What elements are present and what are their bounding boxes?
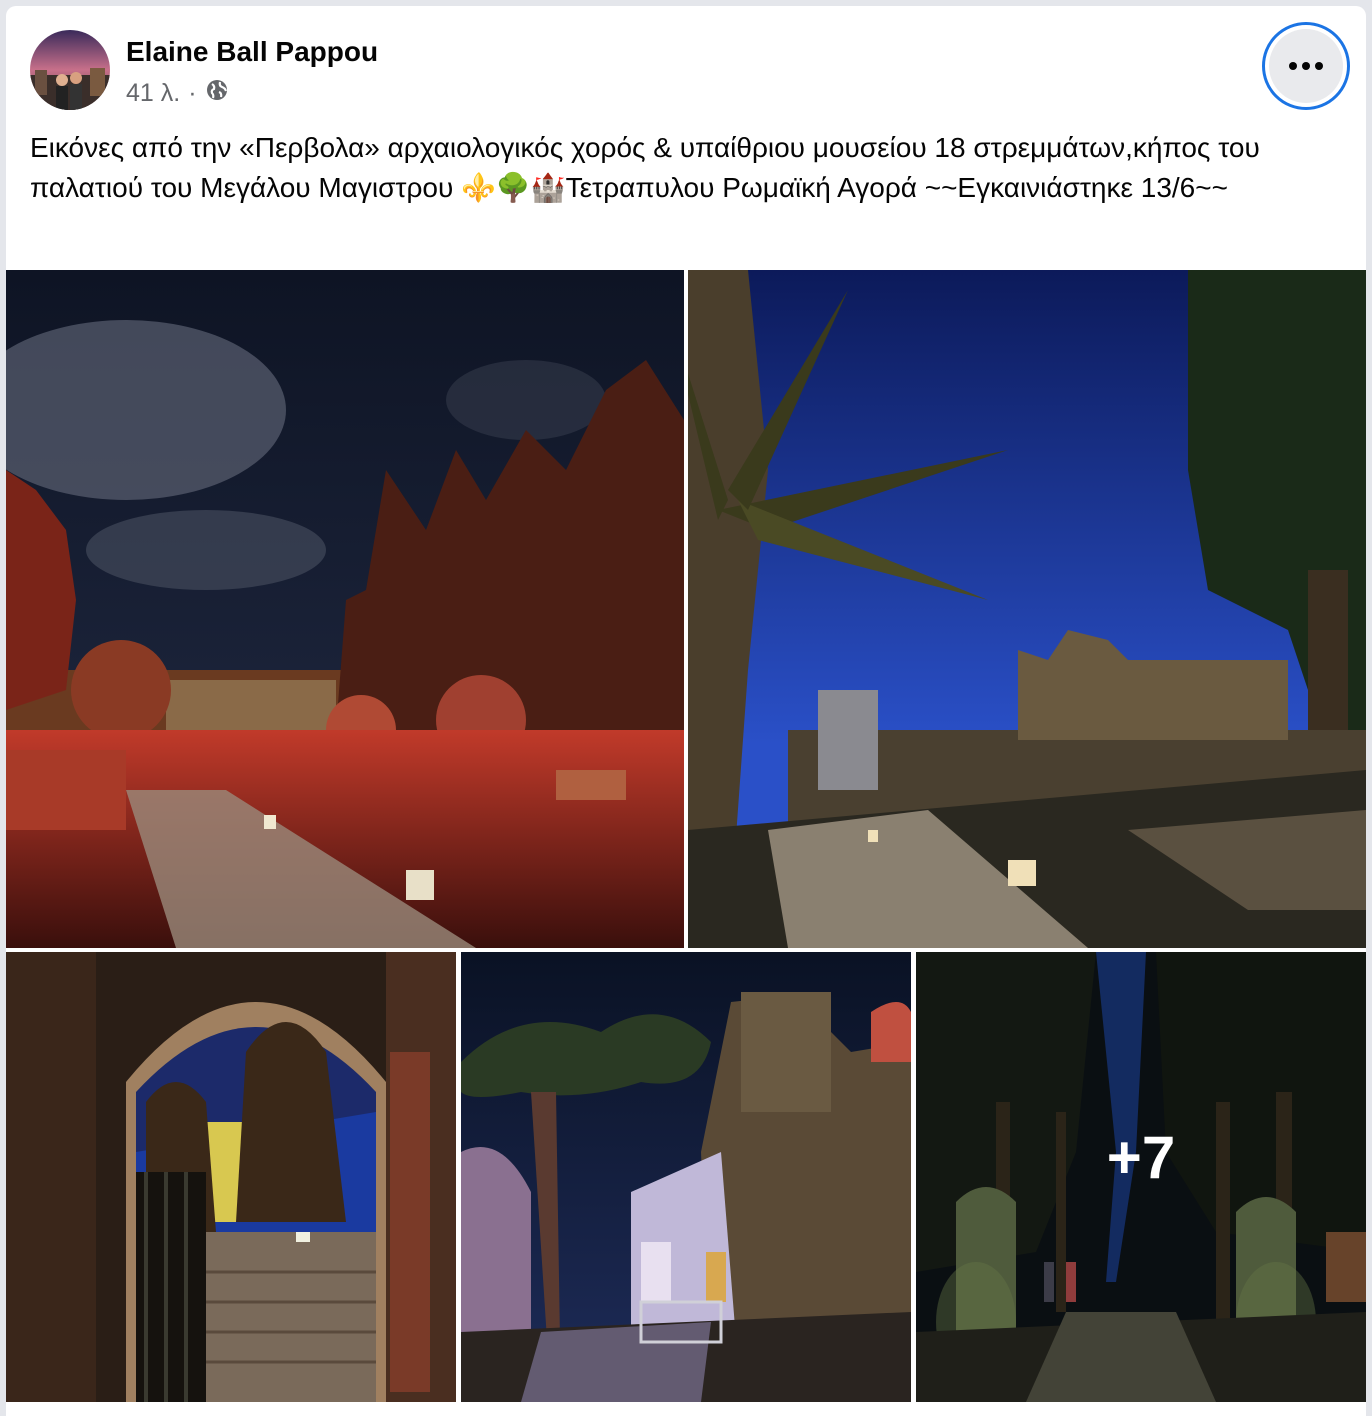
post-time[interactable]: 41 λ. xyxy=(126,79,180,108)
photo-4[interactable] xyxy=(461,952,911,1402)
more-photos-count: +7 xyxy=(916,952,1366,1402)
photo-3[interactable] xyxy=(6,952,456,1402)
more-options-button[interactable] xyxy=(1262,22,1350,110)
author-avatar[interactable] xyxy=(30,30,110,110)
post-header: Elaine Ball Pappou 41 λ. · xyxy=(6,6,1366,116)
photo-grid: +7 xyxy=(6,270,1366,1416)
meta-separator: · xyxy=(188,79,197,107)
photo-5[interactable]: +7 xyxy=(916,952,1366,1402)
post-card: Elaine Ball Pappou 41 λ. · Εικόνες από τ… xyxy=(6,6,1366,1416)
photo-2[interactable] xyxy=(688,270,1366,948)
post-text: Εικόνες από την «Περβολα» αρχαιολογικός … xyxy=(30,132,1260,203)
photo-1[interactable] xyxy=(6,270,684,948)
globe-icon[interactable] xyxy=(205,78,229,109)
post-meta: 41 λ. · xyxy=(126,78,229,109)
more-options-icon xyxy=(1269,29,1343,103)
author-name[interactable]: Elaine Ball Pappou xyxy=(126,36,378,68)
